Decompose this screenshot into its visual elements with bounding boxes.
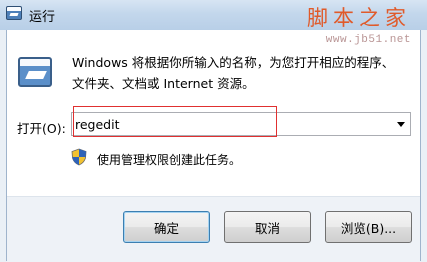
- window-title: 运行: [29, 10, 56, 25]
- run-icon: [18, 57, 52, 87]
- open-label: 打开(O):: [17, 121, 66, 136]
- description-line-2: 文件夹、文档或 Internet 资源。: [72, 76, 255, 91]
- admin-privilege-note: 使用管理权限创建此任务。: [97, 153, 242, 167]
- watermark-url: www.jb51.net: [325, 34, 411, 46]
- annotation-highlight-box: [73, 106, 277, 137]
- browse-button[interactable]: 浏览(B)...: [325, 211, 412, 243]
- ok-button[interactable]: 确定: [123, 211, 210, 243]
- uac-shield-icon: [71, 148, 87, 166]
- watermark-site-name: 脚本之家: [307, 6, 411, 30]
- description-line-1: Windows 将根据你所输入的名称，为您打开相应的程序、: [72, 55, 395, 70]
- run-app-icon: [6, 6, 22, 20]
- title-bar[interactable]: 运行 脚本之家: [0, 0, 427, 30]
- dialog-description: Windows 将根据你所输入的名称，为您打开相应的程序、 文件夹、文档或 In…: [72, 52, 412, 94]
- dropdown-arrow-icon[interactable]: [397, 122, 405, 127]
- cancel-button[interactable]: 取消: [224, 211, 311, 243]
